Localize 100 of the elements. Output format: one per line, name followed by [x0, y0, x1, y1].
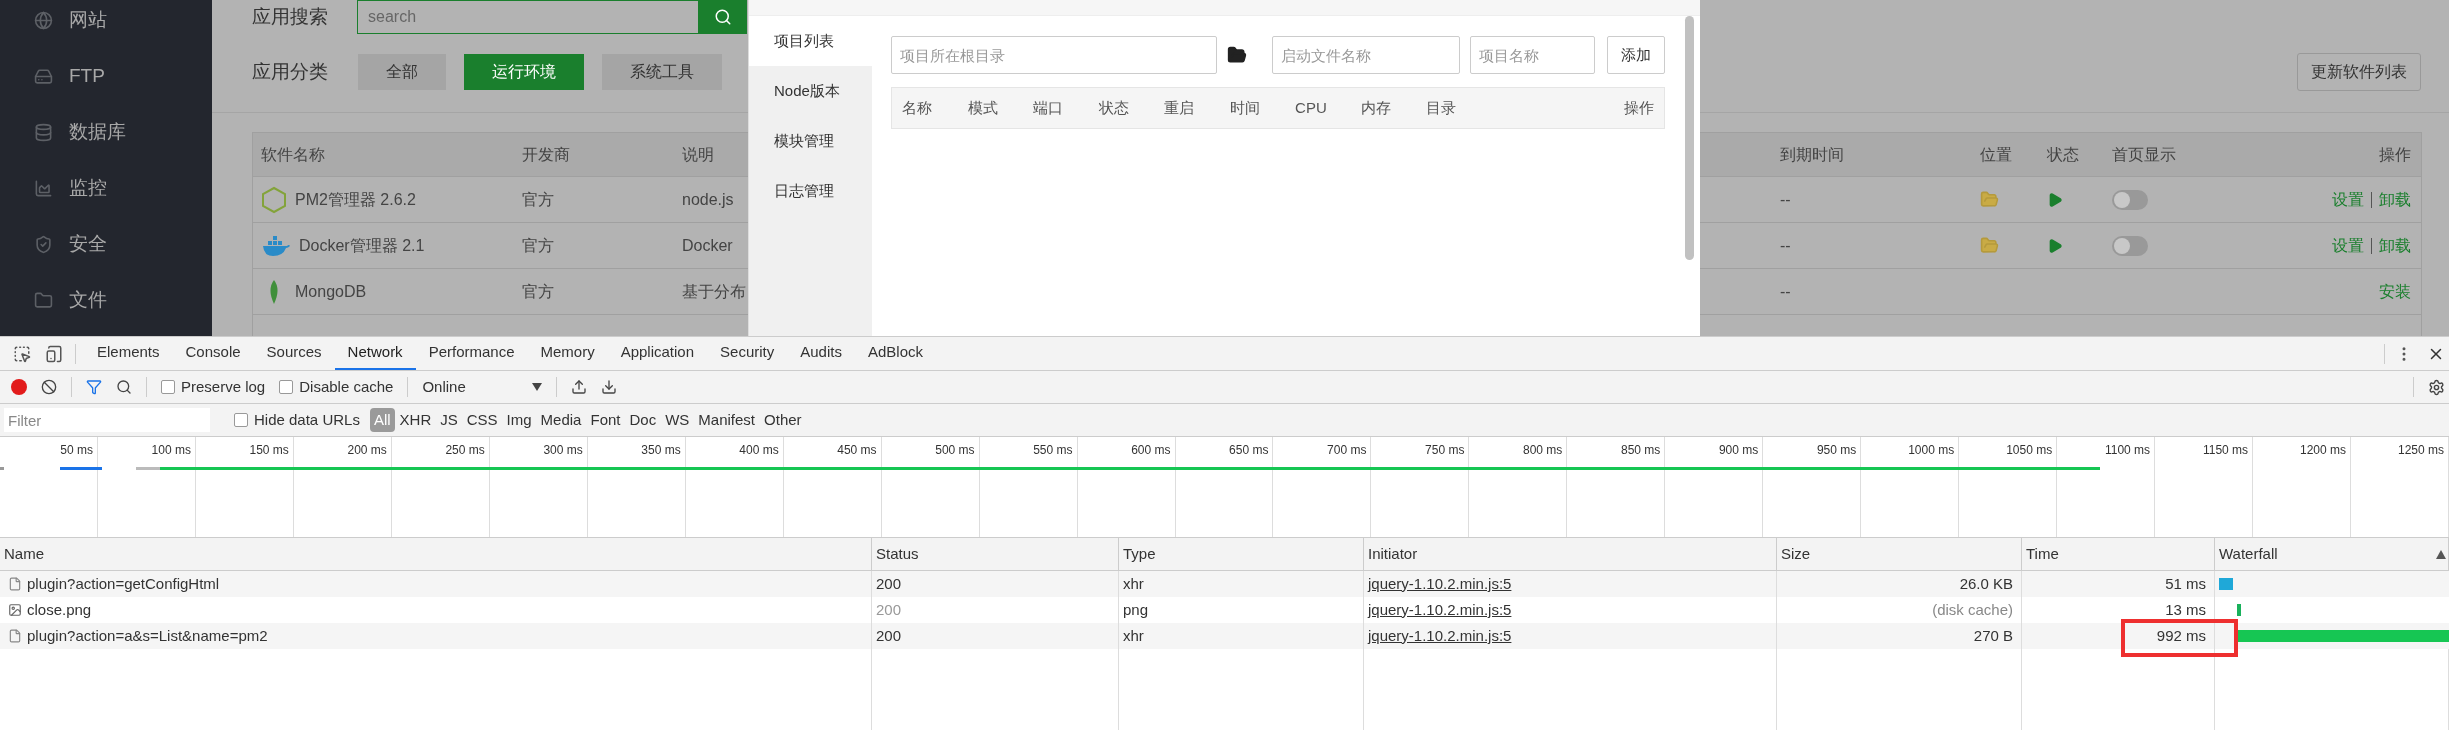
modal-tab[interactable]: 模块管理	[749, 116, 873, 166]
hard-drive-icon	[34, 66, 53, 86]
devtools-tab[interactable]: Elements	[84, 337, 173, 370]
type-filter[interactable]: Img	[502, 408, 536, 432]
type-filter[interactable]: Media	[536, 408, 586, 432]
type-filter[interactable]: Doc	[625, 408, 661, 432]
checkbox-label[interactable]: Hide data URLs	[234, 408, 360, 432]
checkbox[interactable]	[234, 413, 248, 427]
type-filter[interactable]: Manifest	[694, 408, 760, 432]
filter-field[interactable]: Filter	[4, 408, 210, 432]
time-tick: 750 ms	[1425, 442, 1465, 456]
inspect-icon[interactable]	[13, 344, 31, 363]
waterfall-bar	[2237, 604, 2241, 616]
devtools-tab[interactable]: Sources	[253, 337, 335, 370]
column-header[interactable]: Status	[872, 538, 1119, 570]
checkbox-label[interactable]: Disable cache	[279, 375, 394, 399]
throttling-dropdown[interactable]: Online	[422, 375, 543, 399]
time-tick: 950 ms	[1816, 442, 1857, 456]
category-tab[interactable]: 运行环境	[464, 54, 584, 90]
devtools-tab[interactable]: Application	[607, 337, 708, 370]
column-header: 模式	[967, 97, 999, 118]
time-cell-text: 51 ms	[2165, 573, 2206, 594]
update-list-button[interactable]: 更新软件列表	[2297, 53, 2421, 91]
devtools-tab[interactable]: Console	[172, 337, 254, 370]
root-directory-field[interactable]: 项目所在根目录	[891, 36, 1218, 74]
modal-tab[interactable]: 项目列表	[749, 16, 873, 66]
upload-icon[interactable]	[571, 379, 588, 395]
add-button[interactable]: 添加	[1607, 36, 1666, 74]
sidebar-item[interactable]: 安全	[0, 216, 212, 272]
time-tick: 650 ms	[1229, 442, 1269, 456]
time-tick: 400 ms	[739, 442, 779, 456]
chart-icon	[34, 178, 53, 198]
device-icon[interactable]	[45, 344, 63, 363]
play-icon[interactable]	[2047, 237, 2063, 254]
category-tab[interactable]: 全部	[358, 54, 446, 90]
initiator-link[interactable]: jquery-1.10.2.min.js:5	[1368, 598, 1512, 622]
settings-icon[interactable]	[2428, 378, 2445, 396]
column-header: 操作	[1624, 97, 1655, 118]
request-name[interactable]: close.png	[27, 598, 92, 622]
initiator-link[interactable]: jquery-1.10.2.min.js:5	[1368, 572, 1512, 596]
search-field[interactable]: search	[357, 0, 699, 34]
download-icon[interactable]	[601, 379, 618, 395]
sidebar-item[interactable]: FTP	[0, 48, 212, 104]
modal-tab[interactable]: 日志管理	[749, 166, 873, 216]
category-tab[interactable]: 系统工具	[602, 54, 722, 90]
record-button[interactable]	[11, 379, 27, 395]
category-label: 应用分类	[252, 59, 328, 84]
time-tick: 300 ms	[543, 442, 583, 456]
devtools-tab[interactable]: Security	[707, 337, 788, 370]
search-icon[interactable]	[116, 379, 132, 395]
devtools-tab[interactable]: Performance	[415, 337, 528, 370]
request-name[interactable]: plugin?action=a&s=List&name=pm2	[27, 624, 268, 648]
image-file-icon	[8, 602, 22, 618]
column-header[interactable]: Time	[2022, 538, 2215, 570]
developer-cell-text: 官方	[522, 235, 555, 256]
folder-icon[interactable]	[1227, 45, 1248, 65]
column-header: 状态	[2047, 144, 2080, 165]
type-filter[interactable]: CSS	[462, 408, 502, 432]
project-name-field[interactable]: 项目名称	[1470, 36, 1596, 74]
column-header: 开发商	[522, 144, 571, 165]
column-header: 说明	[682, 144, 715, 165]
column-header: 目录	[1426, 97, 1458, 118]
checkbox-label[interactable]: Preserve log	[161, 375, 266, 399]
column-header[interactable]: Waterfall	[2215, 538, 2449, 570]
sidebar-item[interactable]: 数据库	[0, 104, 212, 160]
column-header[interactable]: Size	[1777, 538, 2022, 570]
checkbox[interactable]	[279, 380, 294, 394]
sidebar-item[interactable]: 网站	[0, 0, 212, 48]
column-header[interactable]: Name	[0, 538, 872, 570]
play-icon[interactable]	[2047, 191, 2063, 208]
search-button[interactable]	[699, 0, 747, 34]
document-icon	[8, 576, 22, 592]
type-filter[interactable]: Other	[760, 408, 806, 432]
column-header[interactable]: Initiator	[1364, 538, 1777, 570]
type-filter[interactable]: WS	[661, 408, 694, 432]
devtools-tab[interactable]: Memory	[527, 337, 608, 370]
sidebar-item[interactable]: 监控	[0, 160, 212, 216]
time-tick: 1250 ms	[2397, 442, 2444, 456]
sidebar-item[interactable]: 文件	[0, 272, 212, 328]
devtools-tab[interactable]: AdBlock	[854, 337, 936, 370]
start-file-field[interactable]: 启动文件名称	[1272, 36, 1461, 74]
status-code: 200	[876, 625, 902, 646]
toggle-switch[interactable]	[2112, 235, 2148, 256]
devtools-tab[interactable]: Audits	[787, 337, 855, 370]
request-name[interactable]: plugin?action=getConfigHtml	[27, 572, 220, 596]
checkbox[interactable]	[161, 380, 175, 394]
modal-tab[interactable]: Node版本	[749, 66, 873, 116]
clear-icon[interactable]	[41, 379, 57, 395]
type-filter[interactable]: XHR	[395, 408, 436, 432]
type-filter[interactable]: Font	[586, 408, 625, 432]
initiator-link[interactable]: jquery-1.10.2.min.js:5	[1368, 624, 1512, 648]
column-header: 软件名称	[261, 144, 326, 165]
folder-icon	[34, 290, 53, 310]
type-filter[interactable]: JS	[436, 408, 462, 432]
toggle-switch[interactable]	[2112, 189, 2148, 210]
column-header[interactable]: Type	[1119, 538, 1364, 570]
size-cell-text: (disk cache)	[1932, 599, 2013, 620]
whale-logo-icon	[261, 233, 291, 258]
filter-icon[interactable]	[86, 379, 102, 395]
software-name: MongoDB	[295, 281, 367, 302]
